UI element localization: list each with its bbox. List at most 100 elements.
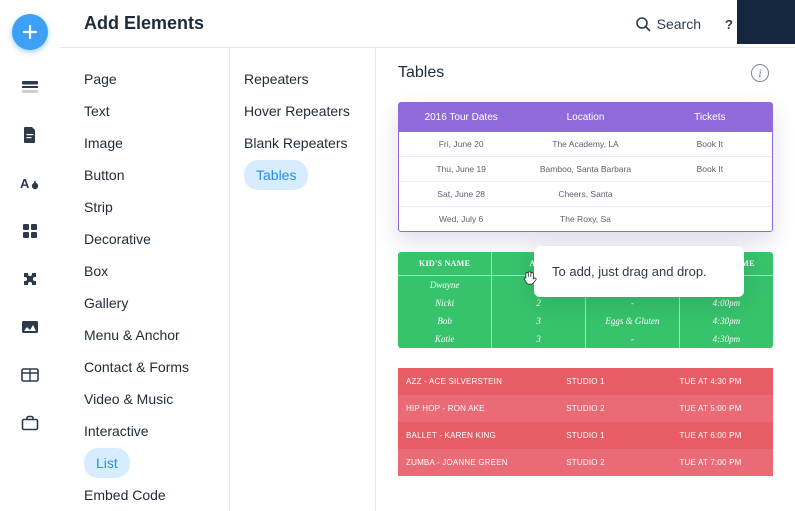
grid-icon[interactable] <box>19 220 41 242</box>
image-icon[interactable] <box>19 316 41 338</box>
help-button[interactable]: ? <box>719 14 739 34</box>
category-item[interactable]: Interactive <box>84 416 229 446</box>
table-preview-tour-dates[interactable]: 2016 Tour DatesLocationTickets Fri, June… <box>398 102 773 232</box>
table-row: Wed, July 6The Roxy, Sa <box>399 207 772 232</box>
table-row: Fri, June 20The Academy, LABook It <box>399 132 772 157</box>
table-cell: Sat, June 28 <box>399 182 523 207</box>
category-item[interactable]: Image <box>84 128 229 158</box>
category-item[interactable]: Strip <box>84 192 229 222</box>
table-cell: STUDIO 1 <box>523 422 648 449</box>
search-label: Search <box>657 16 701 32</box>
category-item[interactable]: Text <box>84 96 229 126</box>
left-rail: A <box>0 0 60 511</box>
table-header-cell: KID'S NAME <box>398 252 492 276</box>
table-cell: TUE AT 5:00 PM <box>648 395 773 422</box>
table-cell: Eggs & Gluten <box>586 312 680 330</box>
category-item[interactable]: Video & Music <box>84 384 229 414</box>
table-cell: - <box>586 294 680 312</box>
category-list: PageTextImageButtonStripDecorativeBoxGal… <box>60 48 230 511</box>
panel: Add Elements Search ? Page <box>60 0 795 511</box>
table-icon[interactable] <box>19 364 41 386</box>
table-row: Bob3Eggs & Gluten4:30pm <box>398 312 773 330</box>
table-cell: 2 <box>492 276 586 295</box>
panel-title: Add Elements <box>84 13 617 34</box>
category-item[interactable]: Contact & Forms <box>84 352 229 382</box>
font-icon[interactable]: A <box>19 172 41 194</box>
table-row: Thu, June 19Bamboo, Santa BarbaraBook It <box>399 157 772 182</box>
table-cell: 3 <box>492 312 586 330</box>
table-cell: STUDIO 2 <box>523 449 648 476</box>
table-cell: Nicki <box>398 294 492 312</box>
category-item[interactable]: Menu & Anchor <box>84 320 229 350</box>
search-button[interactable]: Search <box>635 16 701 32</box>
svg-text:A: A <box>20 176 30 191</box>
table-cell: 3 <box>492 330 586 348</box>
table-cell: 4:30pm <box>679 312 773 330</box>
table-header-cell: Location <box>523 103 647 132</box>
subcategory-item[interactable]: Hover Repeaters <box>244 96 375 126</box>
table-cell: Katie <box>398 330 492 348</box>
help-icon: ? <box>722 17 736 31</box>
section-title: Tables <box>398 64 444 82</box>
table-row: Nicki2-4:00pm <box>398 294 773 312</box>
columns: PageTextImageButtonStripDecorativeBoxGal… <box>60 48 795 511</box>
table-row: ZUMBA - JOANNE GREENSTUDIO 2TUE AT 7:00 … <box>398 449 773 476</box>
table-header-cell: 2016 Tour Dates <box>399 103 523 132</box>
briefcase-icon[interactable] <box>19 412 41 434</box>
table-cell: 2 <box>492 294 586 312</box>
table-row: Dwayne2Kale3:30pm <box>398 276 773 295</box>
table-cell: Bamboo, Santa Barbara <box>523 157 647 182</box>
table-cell: - <box>586 330 680 348</box>
table-cell: 3:30pm <box>679 276 773 295</box>
table-cell: TUE AT 7:00 PM <box>648 449 773 476</box>
table-cell: STUDIO 2 <box>523 395 648 422</box>
category-item[interactable]: Page <box>84 64 229 94</box>
category-item[interactable]: Button <box>84 160 229 190</box>
category-item[interactable]: Box <box>84 256 229 286</box>
table-cell: STUDIO 1 <box>523 368 648 395</box>
app-root: A Add Elements Search <box>0 0 795 511</box>
table-cell: Bob <box>398 312 492 330</box>
table-row: BALLET - KAREN KINGSTUDIO 1TUE AT 6:00 P… <box>398 422 773 449</box>
table-row: Sat, June 28Cheers, Santa <box>399 182 772 207</box>
table-cell <box>648 182 772 207</box>
add-button[interactable] <box>12 14 48 50</box>
table-cell: Book It <box>648 132 772 157</box>
table-cell: Fri, June 20 <box>399 132 523 157</box>
table-cell: 4:30pm <box>679 330 773 348</box>
category-item[interactable]: Decorative <box>84 224 229 254</box>
table-cell: Wed, July 6 <box>399 207 523 232</box>
table-row: Katie3-4:30pm <box>398 330 773 348</box>
table-header-cell: AGE <box>492 252 586 276</box>
category-item[interactable]: Embed Code <box>84 480 229 510</box>
subcategory-list: RepeatersHover RepeatersBlank RepeatersT… <box>230 48 376 511</box>
subcategory-item[interactable]: Tables <box>244 160 308 190</box>
table-cell <box>648 207 772 232</box>
subcategory-item[interactable]: Blank Repeaters <box>244 128 375 158</box>
category-item[interactable]: Gallery <box>84 288 229 318</box>
canvas-stub <box>737 0 795 44</box>
table-cell: Thu, June 19 <box>399 157 523 182</box>
table-cell: TUE AT 4:30 PM <box>648 368 773 395</box>
subcategory-item[interactable]: Repeaters <box>244 64 375 94</box>
section-icon[interactable] <box>19 76 41 98</box>
table-cell: Cheers, Santa <box>523 182 647 207</box>
table-cell: The Academy, LA <box>523 132 647 157</box>
table-cell: HIP HOP - RON AKE <box>398 395 523 422</box>
table-row: AZZ - ACE SILVERSTEINSTUDIO 1TUE AT 4:30… <box>398 368 773 395</box>
table-header-cell: ALLERGIES <box>586 252 680 276</box>
page-icon[interactable] <box>19 124 41 146</box>
category-item[interactable]: List <box>84 448 130 478</box>
table-cell: The Roxy, Sa <box>523 207 647 232</box>
puzzle-icon[interactable] <box>19 268 41 290</box>
table-preview-classes[interactable]: AZZ - ACE SILVERSTEINSTUDIO 1TUE AT 4:30… <box>398 368 773 476</box>
table-cell: Dwayne <box>398 276 492 295</box>
panel-header: Add Elements Search ? <box>60 0 795 48</box>
table-preview-kids[interactable]: KID'S NAMEAGEALLERGIESPICKUP TIME Dwayne… <box>398 252 773 348</box>
table-cell: 4:00pm <box>679 294 773 312</box>
section-title-row: Tables i <box>398 64 773 82</box>
info-icon[interactable]: i <box>751 64 769 82</box>
table-row: HIP HOP - RON AKESTUDIO 2TUE AT 5:00 PM <box>398 395 773 422</box>
table-header-cell: Tickets <box>648 103 772 132</box>
svg-text:?: ? <box>725 17 733 31</box>
